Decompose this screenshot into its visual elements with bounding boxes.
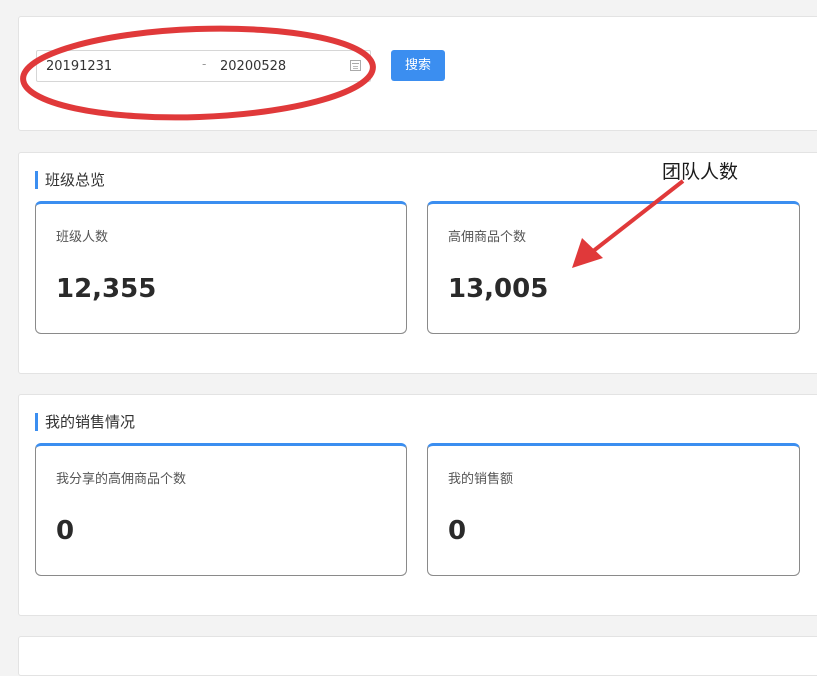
search-button[interactable]: 搜索 — [391, 50, 445, 81]
annotation-label: 团队人数 — [662, 161, 739, 183]
my-sales-amount-value: 0 — [448, 516, 467, 546]
my-sales-title: 我的销售情况 — [35, 413, 135, 431]
shared-products-label: 我分享的高佣商品个数 — [56, 472, 187, 487]
class-members-label: 班级人数 — [56, 230, 109, 245]
bottom-panel — [18, 636, 817, 676]
date-separator: - — [202, 57, 207, 71]
high-commission-products-card: 高佣商品个数 13,005 — [427, 201, 800, 334]
class-overview-title: 班级总览 — [35, 171, 105, 189]
date-range-picker[interactable]: 20191231 - 20200528 — [36, 50, 371, 82]
calendar-icon[interactable] — [350, 60, 361, 71]
end-date-input[interactable]: 20200528 — [220, 59, 286, 74]
high-commission-products-label: 高佣商品个数 — [448, 230, 527, 245]
shared-products-value: 0 — [56, 516, 75, 546]
my-sales-panel: 我的销售情况 我分享的高佣商品个数 0 我的销售额 0 — [18, 394, 817, 616]
my-sales-amount-card: 我的销售额 0 — [427, 443, 800, 576]
high-commission-products-value: 13,005 — [448, 274, 549, 304]
shared-products-card: 我分享的高佣商品个数 0 — [35, 443, 407, 576]
my-sales-amount-label: 我的销售额 — [448, 472, 514, 487]
class-overview-panel: 班级总览 班级人数 12,355 高佣商品个数 13,005 — [18, 152, 817, 374]
start-date-input[interactable]: 20191231 — [46, 59, 112, 74]
class-members-card: 班级人数 12,355 — [35, 201, 407, 334]
filter-panel: 20191231 - 20200528 搜索 — [18, 16, 817, 131]
class-members-value: 12,355 — [56, 274, 157, 304]
